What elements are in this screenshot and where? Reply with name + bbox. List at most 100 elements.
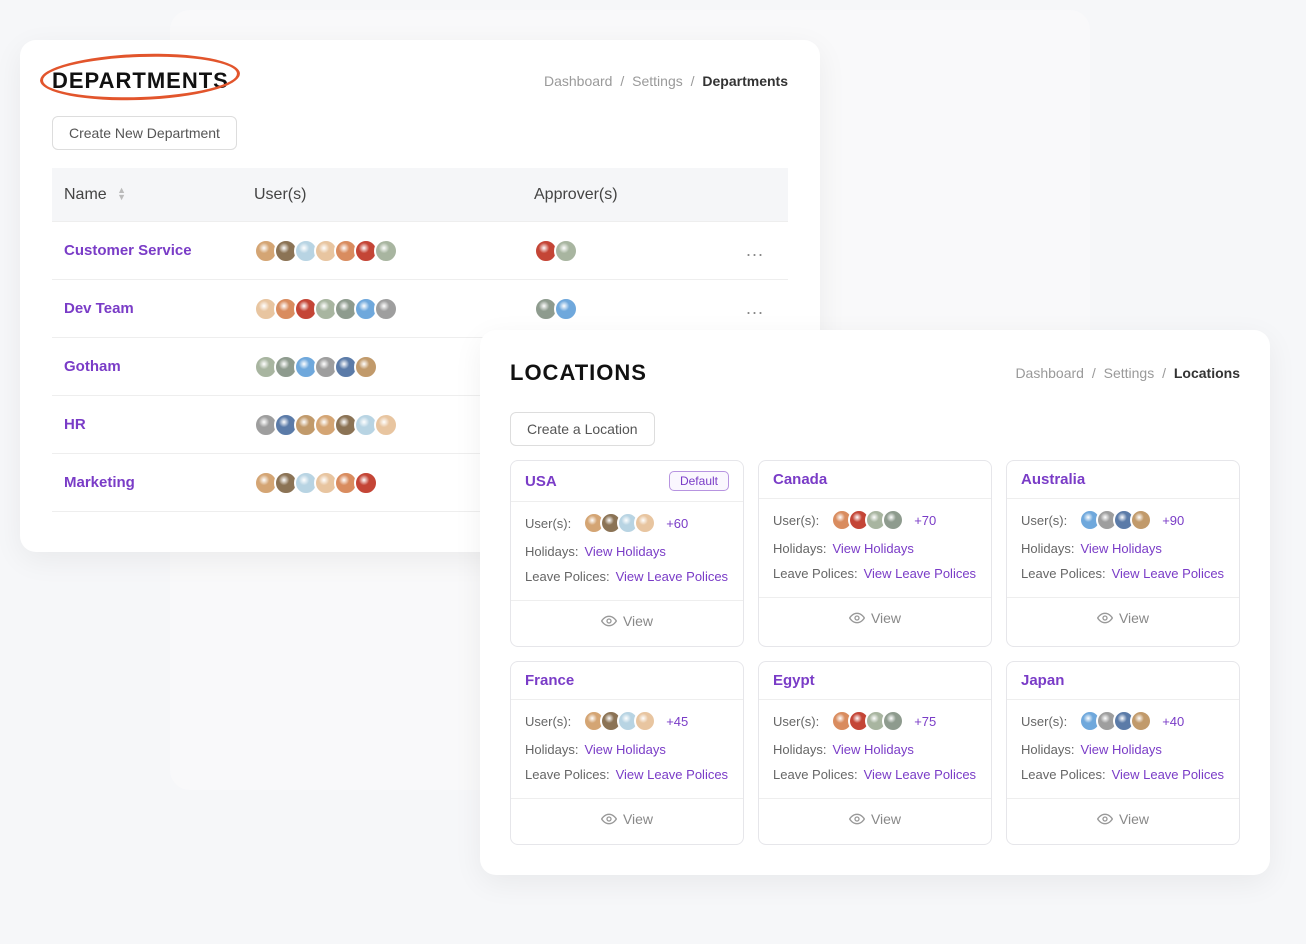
- avatar: [1130, 509, 1152, 531]
- user-count-more[interactable]: +70: [914, 513, 936, 528]
- user-count-more[interactable]: +45: [666, 714, 688, 729]
- avatar: [374, 413, 398, 437]
- avatar: [354, 355, 378, 379]
- avatar: [554, 239, 578, 263]
- view-button[interactable]: View: [1097, 811, 1149, 827]
- departments-title: DEPARTMENTS: [52, 68, 229, 94]
- breadcrumb: Dashboard / Settings / Locations: [1015, 365, 1240, 381]
- users-label: User(s):: [525, 516, 571, 531]
- avatar: [374, 297, 398, 321]
- view-button[interactable]: View: [1097, 610, 1149, 626]
- create-location-button[interactable]: Create a Location: [510, 412, 655, 446]
- leave-policies-label: Leave Polices:: [1021, 767, 1106, 782]
- location-card: Australia User(s): +90 Holidays: View Ho…: [1006, 460, 1240, 647]
- location-name-link[interactable]: Australia: [1021, 471, 1085, 488]
- user-avatars: [583, 710, 656, 732]
- user-count-more[interactable]: +40: [1162, 714, 1184, 729]
- department-name-link[interactable]: Customer Service: [64, 242, 192, 259]
- view-leave-policies-link[interactable]: View Leave Polices: [616, 767, 729, 782]
- row-actions-icon[interactable]: ...: [746, 240, 764, 260]
- user-avatars: [254, 297, 534, 321]
- users-label: User(s):: [1021, 513, 1067, 528]
- view-holidays-link[interactable]: View Holidays: [832, 742, 913, 757]
- users-label: User(s):: [525, 714, 571, 729]
- view-holidays-link[interactable]: View Holidays: [1080, 541, 1161, 556]
- column-header-name[interactable]: Name ▲▼: [64, 186, 254, 204]
- view-holidays-link[interactable]: View Holidays: [584, 544, 665, 559]
- users-label: User(s):: [773, 513, 819, 528]
- leave-policies-label: Leave Polices:: [773, 566, 858, 581]
- eye-icon: [601, 613, 617, 629]
- eye-icon: [1097, 610, 1113, 626]
- department-name-link[interactable]: HR: [64, 416, 86, 433]
- breadcrumb-dashboard[interactable]: Dashboard: [544, 73, 613, 89]
- table-row: Customer Service ...: [52, 222, 788, 280]
- breadcrumb: Dashboard / Settings / Departments: [544, 73, 788, 89]
- view-button[interactable]: View: [849, 811, 901, 827]
- view-leave-policies-link[interactable]: View Leave Polices: [1112, 566, 1225, 581]
- avatar: [882, 710, 904, 732]
- view-leave-policies-link[interactable]: View Leave Polices: [864, 767, 977, 782]
- avatar: [634, 512, 656, 534]
- users-label: User(s):: [773, 714, 819, 729]
- approver-avatars: [534, 297, 734, 321]
- view-leave-policies-link[interactable]: View Leave Polices: [616, 569, 729, 584]
- user-avatars: [1079, 509, 1152, 531]
- view-leave-policies-link[interactable]: View Leave Polices: [864, 566, 977, 581]
- view-leave-policies-link[interactable]: View Leave Polices: [1112, 767, 1225, 782]
- breadcrumb-dashboard[interactable]: Dashboard: [1015, 365, 1084, 381]
- holidays-label: Holidays:: [525, 742, 578, 757]
- holidays-label: Holidays:: [525, 544, 578, 559]
- avatar: [634, 710, 656, 732]
- locations-panel: LOCATIONS Dashboard / Settings / Locatio…: [480, 330, 1270, 875]
- table-header-row: Name ▲▼ User(s) Approver(s): [52, 168, 788, 222]
- view-holidays-link[interactable]: View Holidays: [584, 742, 665, 757]
- view-button[interactable]: View: [849, 610, 901, 626]
- user-count-more[interactable]: +75: [914, 714, 936, 729]
- location-name-link[interactable]: France: [525, 672, 574, 689]
- user-avatars: [831, 710, 904, 732]
- holidays-label: Holidays:: [773, 742, 826, 757]
- locations-title: LOCATIONS: [510, 360, 647, 386]
- eye-icon: [1097, 811, 1113, 827]
- create-department-button[interactable]: Create New Department: [52, 116, 237, 150]
- eye-icon: [601, 811, 617, 827]
- column-header-approvers: Approver(s): [534, 186, 734, 204]
- user-avatars: [583, 512, 656, 534]
- location-card: France User(s): +45 Holidays: View Holid…: [510, 661, 744, 845]
- breadcrumb-current: Departments: [702, 73, 788, 89]
- leave-policies-label: Leave Polices:: [525, 767, 610, 782]
- view-button[interactable]: View: [601, 613, 653, 629]
- department-name-link[interactable]: Dev Team: [64, 300, 134, 317]
- location-name-link[interactable]: Canada: [773, 471, 827, 488]
- user-count-more[interactable]: +90: [1162, 513, 1184, 528]
- view-button[interactable]: View: [601, 811, 653, 827]
- location-name-link[interactable]: Japan: [1021, 672, 1064, 689]
- location-card: Japan User(s): +40 Holidays: View Holida…: [1006, 661, 1240, 845]
- user-avatars: [254, 239, 534, 263]
- location-name-link[interactable]: USA: [525, 473, 557, 490]
- eye-icon: [849, 610, 865, 626]
- leave-policies-label: Leave Polices:: [773, 767, 858, 782]
- user-count-more[interactable]: +60: [666, 516, 688, 531]
- leave-policies-label: Leave Polices:: [1021, 566, 1106, 581]
- locations-grid: USA Default User(s): +60 Holidays: View …: [510, 460, 1240, 845]
- department-name-link[interactable]: Marketing: [64, 474, 135, 491]
- location-name-link[interactable]: Egypt: [773, 672, 815, 689]
- row-actions-icon[interactable]: ...: [746, 298, 764, 318]
- holidays-label: Holidays:: [773, 541, 826, 556]
- breadcrumb-current: Locations: [1174, 365, 1240, 381]
- view-holidays-link[interactable]: View Holidays: [1080, 742, 1161, 757]
- breadcrumb-settings[interactable]: Settings: [632, 73, 683, 89]
- avatar: [374, 239, 398, 263]
- view-holidays-link[interactable]: View Holidays: [832, 541, 913, 556]
- breadcrumb-settings[interactable]: Settings: [1104, 365, 1155, 381]
- department-name-link[interactable]: Gotham: [64, 358, 121, 375]
- column-header-users: User(s): [254, 186, 534, 204]
- eye-icon: [849, 811, 865, 827]
- avatar: [554, 297, 578, 321]
- holidays-label: Holidays:: [1021, 742, 1074, 757]
- default-badge: Default: [669, 471, 729, 491]
- user-avatars: [831, 509, 904, 531]
- users-label: User(s):: [1021, 714, 1067, 729]
